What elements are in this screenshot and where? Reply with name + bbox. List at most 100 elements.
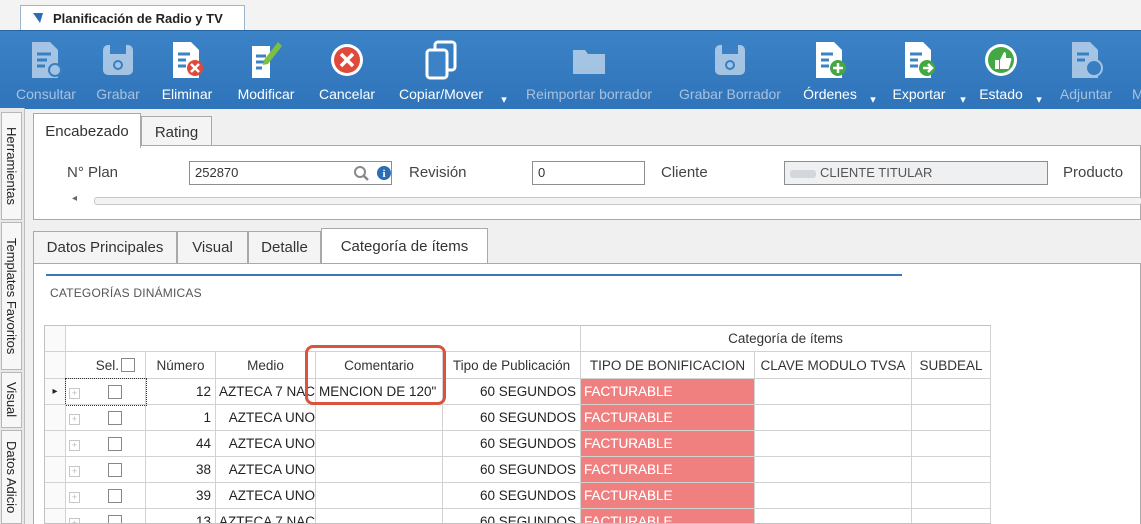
cell-numero[interactable]: 39 [146,483,216,509]
cell-comentario[interactable]: MENCION DE 120" [316,379,443,405]
delete-button[interactable]: Eliminar [154,31,220,109]
cell-medio[interactable]: AZTECA UNO [216,431,316,457]
modify-button[interactable]: Modificar [228,31,304,109]
copy-move-dropdown-icon[interactable]: ▾ [499,93,509,106]
col-sel[interactable]: Sel. [66,352,146,379]
orders-dropdown-icon[interactable]: ▾ [868,93,878,106]
cell-numero[interactable]: 44 [146,431,216,457]
save-draft-button[interactable]: Grabar Borrador [672,31,788,109]
save-button[interactable]: Grabar [90,31,146,109]
cell-tipo-bonificacion[interactable]: FACTURABLE [581,509,755,523]
cell-medio[interactable]: AZTECA UNO [216,457,316,483]
select-all-checkbox[interactable] [121,358,135,372]
tab-rating[interactable]: Rating [141,116,212,148]
col-comentario[interactable]: Comentario [316,352,443,379]
cell-medio[interactable]: AZTECA UNO [216,483,316,509]
cell-tipo-bonificacion[interactable]: FACTURABLE [581,379,755,405]
cell-medio[interactable]: AZTECA UNO [216,405,316,431]
revision-input[interactable]: 0 [532,161,645,185]
row-select-cell[interactable]: + [66,457,146,483]
header-scrollbar[interactable]: ◂ [72,193,1141,205]
cancel-button[interactable]: Cancelar [312,31,382,109]
col-numero[interactable]: Número [146,352,216,379]
orders-button[interactable]: Órdenes [798,31,862,109]
cell-subdeal[interactable] [912,509,991,523]
row-checkbox[interactable] [108,515,122,523]
export-button[interactable]: Exportar [884,31,954,109]
window-tab[interactable]: Planificación de Radio y TV [20,5,245,30]
row-checkbox[interactable] [108,437,122,452]
row-select-cell[interactable]: + [65,378,147,406]
row-checkbox[interactable] [108,489,122,504]
row-select-cell[interactable]: + [66,431,146,457]
cell-numero[interactable]: 13 [146,509,216,523]
client-input[interactable]: CLIENTE TITULAR [784,161,1048,185]
tab-encabezado[interactable]: Encabezado [33,113,141,148]
side-tab-templates[interactable]: Templates Favoritos [1,222,22,370]
cell-clave-modulo[interactable] [755,509,912,523]
cell-clave-modulo[interactable] [755,457,912,483]
cell-subdeal[interactable] [912,405,991,431]
cell-numero[interactable]: 12 [146,379,216,405]
col-medio[interactable]: Medio [216,352,316,379]
export-dropdown-icon[interactable]: ▾ [958,93,968,106]
cell-tipo-bonificacion[interactable]: FACTURABLE [581,405,755,431]
tab-categoria-items[interactable]: Categoría de ítems [321,228,488,263]
cell-clave-modulo[interactable] [755,405,912,431]
row-select-cell[interactable]: + [66,509,146,523]
cell-clave-modulo[interactable] [755,483,912,509]
col-tipo-publicacion[interactable]: Tipo de Publicación [443,352,581,379]
cell-tipo-bonificacion[interactable]: FACTURABLE [581,483,755,509]
expand-icon[interactable]: + [69,388,80,399]
side-tab-tools[interactable]: Herramientas [1,112,22,220]
cell-medio[interactable]: AZTECA 7 NAC [216,379,316,405]
side-tab-additional-data[interactable]: Datos Adicio [1,430,22,524]
cell-tipo-publicacion[interactable]: 60 SEGUNDOS [443,379,581,405]
copy-move-button[interactable]: Copiar/Mover [390,31,492,109]
col-tipo-bonificacion[interactable]: TIPO DE BONIFICACION [581,352,755,379]
cell-comentario[interactable] [316,457,443,483]
row-checkbox[interactable] [108,411,122,426]
reimport-draft-button[interactable]: Reimportar borrador [515,31,663,109]
cell-tipo-bonificacion[interactable]: FACTURABLE [581,431,755,457]
more-button[interactable]: M [1132,31,1141,109]
cell-tipo-publicacion[interactable]: 60 SEGUNDOS [443,457,581,483]
row-checkbox[interactable] [108,463,122,478]
expand-icon[interactable]: + [69,466,80,477]
cell-medio[interactable]: AZTECA 7 NAC [216,509,316,523]
scroll-left-icon[interactable]: ◂ [72,193,77,204]
row-select-cell[interactable]: + [66,483,146,509]
status-button[interactable]: Estado [972,31,1030,109]
cell-comentario[interactable] [316,431,443,457]
cell-numero[interactable]: 1 [146,405,216,431]
expand-icon[interactable]: + [69,414,80,425]
col-subdeal[interactable]: SUBDEAL [912,352,991,379]
cell-comentario[interactable] [316,405,443,431]
expand-icon[interactable]: + [69,440,80,451]
consult-button[interactable]: Consultar [10,31,82,109]
col-clave-modulo[interactable]: CLAVE MODULO TVSA [755,352,912,379]
attach-button[interactable]: Adjuntar [1050,31,1122,109]
tab-detalle[interactable]: Detalle [248,231,321,263]
cell-subdeal[interactable] [912,457,991,483]
cell-tipo-publicacion[interactable]: 60 SEGUNDOS [443,431,581,457]
expand-icon[interactable]: + [69,518,80,523]
cell-numero[interactable]: 38 [146,457,216,483]
cell-clave-modulo[interactable] [755,431,912,457]
tab-visual[interactable]: Visual [177,231,248,263]
status-dropdown-icon[interactable]: ▾ [1034,93,1044,106]
scroll-track[interactable] [94,197,1141,205]
plan-input[interactable]: 252870 i [189,161,392,185]
row-checkbox[interactable] [108,385,122,400]
tab-datos-principales[interactable]: Datos Principales [33,231,177,263]
cell-tipo-publicacion[interactable]: 60 SEGUNDOS [443,405,581,431]
row-select-cell[interactable]: + [66,405,146,431]
cell-comentario[interactable] [316,483,443,509]
info-icon[interactable]: i [377,166,391,180]
cell-tipo-publicacion[interactable]: 60 SEGUNDOS [443,483,581,509]
cell-subdeal[interactable] [912,431,991,457]
cell-comentario[interactable] [316,509,443,523]
cell-subdeal[interactable] [912,379,991,405]
cell-tipo-publicacion[interactable]: 60 SEGUNDOS [443,509,581,523]
cell-tipo-bonificacion[interactable]: FACTURABLE [581,457,755,483]
